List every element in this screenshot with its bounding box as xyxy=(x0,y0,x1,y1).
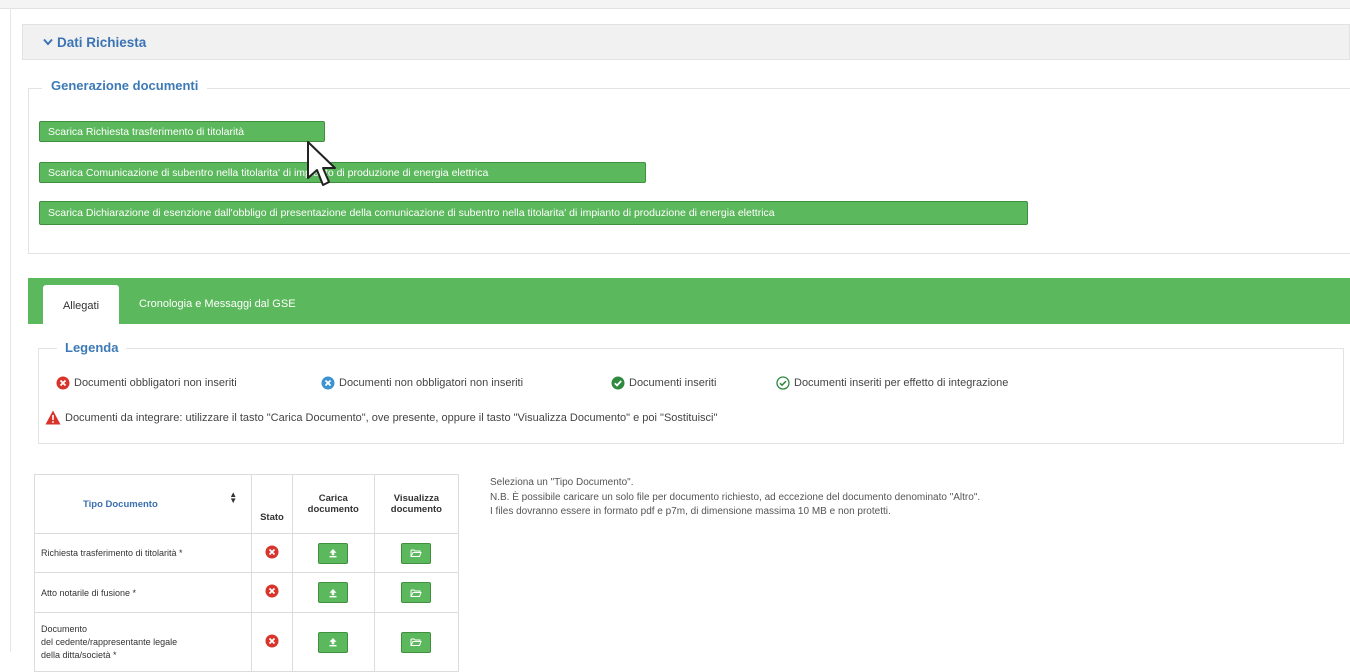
upload-icon xyxy=(329,638,337,647)
table-row: Atto notarile di fusione * xyxy=(33,572,460,613)
column-label: documento xyxy=(390,504,442,515)
legend-warning: Documenti da integrare: utilizzare il ta… xyxy=(45,410,717,425)
times-circle-red-icon xyxy=(265,584,279,598)
download-comunicazione-button[interactable]: Scarica Comunicazione di subentro nella … xyxy=(39,162,646,183)
upload-button[interactable] xyxy=(318,542,349,564)
legenda-title: Legenda xyxy=(57,340,127,355)
table-header-row: Tipo Documento ▲ ▼ Stato Carica documento… xyxy=(33,474,460,534)
info-line-select: Seleziona un "Tipo Documento". xyxy=(490,477,634,488)
document-name: Atto notarile di fusione * xyxy=(33,572,253,613)
document-name: Documento del cedente/rappresentante leg… xyxy=(33,612,253,672)
legend-item-inseriti: Documenti inseriti xyxy=(611,376,716,390)
tab-cronologia[interactable]: Cronologia e Messaggi dal GSE xyxy=(139,298,296,310)
view-cell xyxy=(373,572,460,613)
document-name-line: Documento xyxy=(41,623,88,634)
legend-item-non-obbligatori: Documenti non obbligatori non inseriti xyxy=(321,376,523,390)
legend-warning-text: Documenti da integrare: utilizzare il ta… xyxy=(65,411,718,424)
column-label: documento xyxy=(307,504,359,515)
top-bar xyxy=(0,0,1350,9)
chevron-down-icon xyxy=(43,35,53,49)
check-circle-icon xyxy=(611,376,625,390)
status-cell xyxy=(251,533,293,573)
warning-triangle-icon xyxy=(45,410,61,425)
table-row: Richiesta trasferimento di titolarità * xyxy=(33,533,460,573)
folder-open-icon xyxy=(410,638,423,646)
view-cell xyxy=(373,612,460,672)
legenda-panel xyxy=(38,348,1344,444)
column-label: Tipo Documento xyxy=(83,498,158,510)
view-document-button[interactable] xyxy=(401,631,432,653)
times-circle-red-icon xyxy=(265,545,279,558)
view-cell xyxy=(373,533,460,573)
upload-cell xyxy=(291,572,375,613)
folder-open-icon xyxy=(410,589,423,597)
document-name: Richiesta trasferimento di titolarità * xyxy=(33,533,253,573)
legend-label: Documenti inseriti xyxy=(629,377,717,389)
times-circle-blue-icon xyxy=(321,376,335,390)
column-carica: Carica documento xyxy=(291,474,375,534)
times-circle-red-icon xyxy=(265,634,279,647)
legend-item-integrazione: Documenti inseriti per effetto di integr… xyxy=(776,376,1008,390)
info-line-format: I files dovranno essere in formato pdf e… xyxy=(490,506,891,517)
sort-icon[interactable]: ▲ ▼ xyxy=(229,491,237,505)
status-cell xyxy=(251,612,293,672)
view-document-button[interactable] xyxy=(401,582,432,603)
documents-table: Tipo Documento ▲ ▼ Stato Carica documento… xyxy=(33,474,460,672)
upload-cell xyxy=(291,533,375,573)
info-line-nb: N.B. È possibile caricare un solo file p… xyxy=(490,491,981,503)
download-dichiarazione-button[interactable]: Scarica Dichiarazione di esenzione dall'… xyxy=(39,201,1028,225)
table-row: Documento del cedente/rappresentante leg… xyxy=(33,612,460,672)
page-left-border xyxy=(10,8,11,652)
upload-button[interactable] xyxy=(318,582,349,603)
column-label: Carica xyxy=(318,493,348,504)
legend-item-obbligatori: Documenti obbligatori non inseriti xyxy=(56,376,237,390)
upload-cell xyxy=(291,612,375,672)
download-richiesta-button[interactable]: Scarica Richiesta trasferimento di titol… xyxy=(39,121,325,142)
document-name-line: della ditta/società * xyxy=(41,649,117,660)
legend-label: Documenti obbligatori non inseriti xyxy=(74,377,237,389)
view-document-button[interactable] xyxy=(401,542,432,564)
upload-button[interactable] xyxy=(318,631,349,653)
legend-label: Documenti non obbligatori non inseriti xyxy=(339,377,524,389)
info-text: Seleziona un "Tipo Documento". N.B. È po… xyxy=(490,476,980,520)
status-cell xyxy=(251,572,293,613)
times-circle-red-icon xyxy=(56,376,70,390)
upload-icon xyxy=(329,588,337,597)
folder-open-icon xyxy=(410,549,423,557)
column-stato: Stato xyxy=(251,474,293,534)
tab-allegati[interactable]: Allegati xyxy=(43,285,119,327)
section-header-dati-richiesta[interactable]: Dati Richiesta xyxy=(22,24,1350,60)
column-label: Visualizza xyxy=(393,493,440,504)
check-circle-outline-icon xyxy=(776,376,790,390)
column-visualizza: Visualizza documento xyxy=(373,474,460,534)
document-name-line: del cedente/rappresentante legale xyxy=(41,636,178,647)
column-tipo-documento[interactable]: Tipo Documento ▲ ▼ xyxy=(33,474,253,534)
section-title: Dati Richiesta xyxy=(57,34,147,50)
upload-icon xyxy=(329,549,337,558)
generazione-documenti-title: Generazione documenti xyxy=(42,78,208,93)
legend-label: Documenti inseriti per effetto di integr… xyxy=(794,377,1009,389)
